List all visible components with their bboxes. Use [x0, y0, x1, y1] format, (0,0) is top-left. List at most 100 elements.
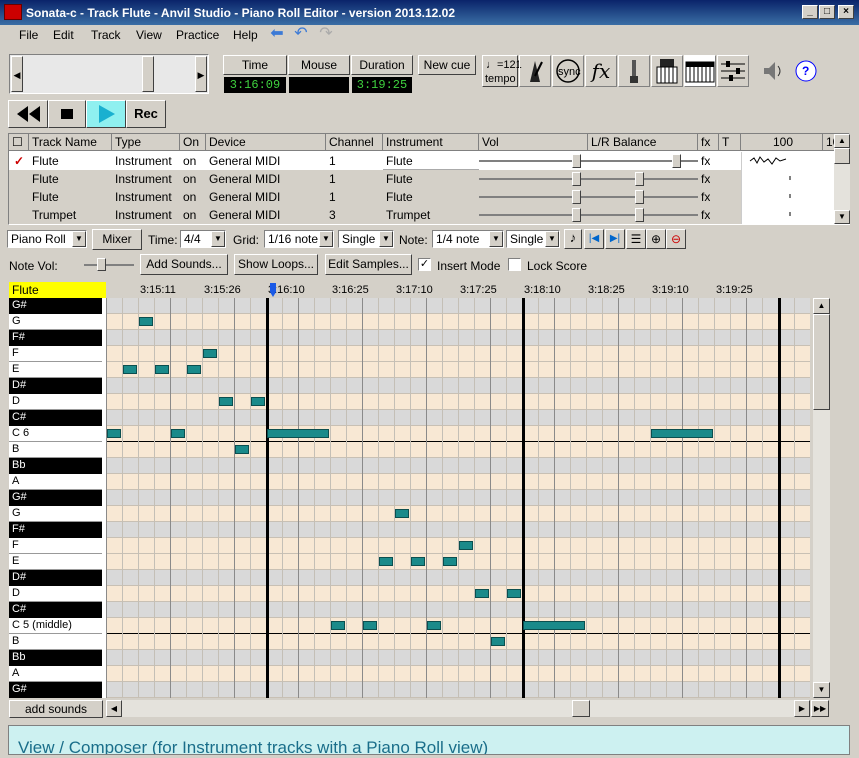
white-key[interactable]: D [9, 586, 102, 602]
maximize-button[interactable]: □ [819, 5, 835, 19]
menu-file[interactable]: File [19, 28, 38, 42]
view-select[interactable]: Piano Roll ▼ [7, 230, 87, 248]
note-select[interactable]: 1/4 note ▼ [432, 230, 504, 248]
note-block[interactable] [411, 557, 425, 566]
white-key[interactable]: A [9, 474, 102, 490]
col-vol[interactable]: Vol [479, 134, 588, 151]
grid-select[interactable]: 1/16 note ▼ [264, 230, 334, 248]
back-arrow-icon[interactable]: ⬅ [268, 26, 286, 42]
note-block[interactable] [235, 445, 249, 454]
note-grid[interactable] [106, 298, 810, 698]
note-block[interactable] [363, 621, 377, 630]
note-block[interactable] [427, 621, 441, 630]
edit-samples-button[interactable]: Edit Samples... [325, 254, 412, 275]
note-block[interactable] [107, 429, 121, 438]
time-button[interactable]: Time [223, 55, 287, 75]
note-block[interactable] [523, 621, 585, 630]
col-type[interactable]: Type [112, 134, 180, 151]
note-block[interactable] [251, 397, 265, 406]
white-key[interactable]: C 5 (middle) [9, 618, 102, 634]
record-button[interactable]: Rec [126, 100, 166, 128]
slider-thumb[interactable] [142, 56, 154, 92]
note-block[interactable] [267, 429, 329, 438]
menu-practice[interactable]: Practice [176, 28, 219, 42]
black-key[interactable]: Bb [9, 458, 102, 474]
track-channel-cell[interactable]: 3 [326, 206, 383, 224]
playhead-marker[interactable] [269, 283, 277, 297]
note-block[interactable] [395, 509, 409, 518]
fast-forward-scroll-button[interactable]: ▶▶ [811, 700, 829, 717]
metronome-icon[interactable] [519, 55, 551, 87]
track-channel-cell[interactable]: 1 [326, 170, 383, 188]
track-fx-cell[interactable]: fx [698, 152, 710, 170]
scroll-thumb[interactable] [834, 148, 850, 164]
zoom-out-icon[interactable]: ⊖ [666, 229, 686, 249]
note-block[interactable] [155, 365, 169, 374]
track-balance-slider[interactable] [588, 160, 698, 162]
white-key[interactable]: F [9, 538, 102, 554]
roll-vertical-scrollbar[interactable]: ▲ ▼ [813, 298, 830, 698]
roll-horizontal-scrollbar[interactable]: ◀ ▶ [106, 700, 810, 717]
note-block[interactable] [491, 637, 505, 646]
synth-icon[interactable] [651, 55, 683, 87]
note-block[interactable] [651, 429, 713, 438]
jump-end-icon[interactable]: ▶| [605, 229, 625, 249]
note-vol-slider[interactable] [84, 264, 134, 266]
mixer-button[interactable]: Mixer [92, 229, 142, 250]
white-key[interactable]: G [9, 506, 102, 522]
track-volume-thumb[interactable] [572, 190, 581, 204]
black-key[interactable]: F# [9, 522, 102, 538]
lock-score-checkbox[interactable] [508, 258, 521, 271]
track-volume-thumb[interactable] [572, 154, 581, 168]
note-mode-select[interactable]: Single ▼ [506, 230, 560, 248]
black-key[interactable]: Bb [9, 650, 102, 666]
white-key[interactable]: E [9, 362, 102, 378]
track-device-cell[interactable]: General MIDI [206, 152, 326, 170]
note-block[interactable] [187, 365, 201, 374]
insert-mode-checkbox[interactable]: ✓ [418, 258, 431, 271]
tuning-fork-icon[interactable] [618, 55, 650, 87]
white-key[interactable]: B [9, 634, 102, 650]
track-channel-cell[interactable]: 1 [326, 152, 383, 170]
show-loops-button[interactable]: Show Loops... [234, 254, 318, 275]
col-instrument[interactable]: Instrument [383, 134, 479, 151]
col-on[interactable]: On [180, 134, 206, 151]
track-balance-thumb[interactable] [635, 172, 644, 186]
fx-icon[interactable]: fx [585, 55, 617, 87]
roll-hscroll-thumb[interactable] [572, 700, 590, 717]
black-key[interactable]: D# [9, 570, 102, 586]
tempo-control[interactable]: ♩=121 tempo [482, 55, 522, 87]
note-tool-icon[interactable]: ♪ [564, 229, 582, 249]
note-block[interactable] [507, 589, 521, 598]
black-key[interactable]: G# [9, 490, 102, 506]
new-cue-button[interactable]: New cue [418, 55, 476, 75]
col-t[interactable]: T [719, 134, 741, 151]
zoom-in-icon[interactable]: ⊕ [646, 229, 666, 249]
white-key[interactable]: A [9, 666, 102, 682]
track-device-cell[interactable]: General MIDI [206, 170, 326, 188]
note-block[interactable] [139, 317, 153, 326]
col-balance[interactable]: L/R Balance [588, 134, 698, 151]
track-on-cell[interactable]: on [180, 206, 206, 224]
note-block[interactable] [331, 621, 345, 630]
mouse-button[interactable]: Mouse [288, 55, 350, 75]
col-track-name[interactable]: Track Name [29, 134, 112, 151]
track-instrument-cell[interactable]: Flute [383, 152, 479, 170]
track-device-cell[interactable]: General MIDI [206, 188, 326, 206]
note-block[interactable] [379, 557, 393, 566]
track-selected-check-icon[interactable]: ✓ [11, 152, 24, 170]
roll-scroll-right-button[interactable]: ▶ [794, 700, 810, 717]
note-block[interactable] [123, 365, 137, 374]
track-balance-thumb[interactable] [635, 190, 644, 204]
play-button[interactable] [86, 100, 126, 128]
track-fx-cell[interactable]: fx [698, 206, 710, 224]
slider-left-arrow[interactable]: ◀ [11, 56, 23, 92]
menu-help[interactable]: Help [233, 28, 258, 42]
roll-scroll-up-button[interactable]: ▲ [813, 298, 830, 314]
minimize-button[interactable]: _ [802, 5, 818, 19]
time-sig-select[interactable]: 4/4 ▼ [180, 230, 226, 248]
black-key[interactable]: G# [9, 682, 102, 698]
col-device[interactable]: Device [206, 134, 326, 151]
roll-scroll-down-button[interactable]: ▼ [813, 682, 830, 698]
close-button[interactable]: × [838, 5, 854, 19]
